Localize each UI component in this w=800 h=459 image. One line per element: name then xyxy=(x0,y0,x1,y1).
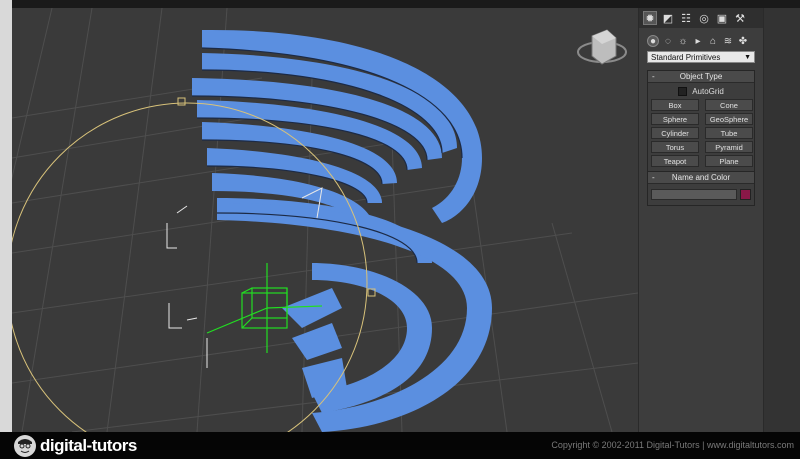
display-tab[interactable]: ▣ xyxy=(715,11,729,25)
plane-button[interactable]: Plane xyxy=(705,155,753,167)
modify-tab[interactable]: ◩ xyxy=(661,11,675,25)
viewcube[interactable] xyxy=(577,29,627,65)
autogrid-label: AutoGrid xyxy=(692,86,724,96)
tube-button[interactable]: Tube xyxy=(705,127,753,139)
lights-icon[interactable]: ☼ xyxy=(677,35,689,47)
hierarchy-tab[interactable]: ☷ xyxy=(679,11,693,25)
object-name-field[interactable] xyxy=(651,189,738,200)
object-type-header[interactable]: - Object Type xyxy=(648,71,754,83)
left-edge-strip xyxy=(0,0,12,459)
logo-face-icon xyxy=(14,434,36,457)
orbit-handle-top[interactable] xyxy=(177,97,186,106)
geosphere-button[interactable]: GeoSphere xyxy=(705,113,753,125)
spacewarps-icon[interactable]: ≋ xyxy=(722,35,734,47)
logo-text: digital-tutors xyxy=(40,435,137,455)
category-buttons: ● ◌ ☼ ▸ ⌂ ≋ ✤ xyxy=(639,32,764,50)
copyright-text: Copyright © 2002-2011 Digital-Tutors | w… xyxy=(551,440,794,450)
name-and-color-title: Name and Color xyxy=(671,173,731,182)
command-panel-tabs: ✹ ◩ ☷ ◎ ▣ ⚒ xyxy=(639,8,764,28)
cameras-icon[interactable]: ▸ xyxy=(692,35,704,47)
object-color-swatch[interactable] xyxy=(740,189,751,200)
panel-scroll-area xyxy=(763,8,800,432)
primitive-type-dropdown[interactable]: Standard Primitives ▼ xyxy=(647,51,755,63)
collapse-icon: - xyxy=(652,173,655,182)
autogrid-row[interactable]: AutoGrid xyxy=(648,85,754,97)
perspective-viewport[interactable] xyxy=(12,8,638,432)
object-type-title: Object Type xyxy=(679,72,723,81)
autogrid-checkbox[interactable] xyxy=(678,86,688,96)
torus-button[interactable]: Torus xyxy=(651,141,699,153)
footer-bar: digital-tutors Copyright © 2002-2011 Dig… xyxy=(0,432,800,459)
cone-button[interactable]: Cone xyxy=(705,99,753,111)
viewport-scene[interactable] xyxy=(12,8,638,432)
name-and-color-header[interactable]: - Name and Color xyxy=(648,172,754,184)
blue-spiral-object[interactable] xyxy=(191,29,492,432)
dropdown-value: Standard Primitives xyxy=(651,53,721,62)
motion-tab[interactable]: ◎ xyxy=(697,11,711,25)
sphere-button[interactable]: Sphere xyxy=(651,113,699,125)
geometry-icon[interactable]: ● xyxy=(647,35,659,47)
teapot-button[interactable]: Teapot xyxy=(651,155,699,167)
object-type-rollout: - Object Type AutoGrid Box Cone Sphere GeoS… xyxy=(647,70,755,172)
name-and-color-rollout: - Name and Color xyxy=(647,171,755,206)
chevron-down-icon: ▼ xyxy=(744,54,751,61)
cylinder-button[interactable]: Cylinder xyxy=(651,127,699,139)
digital-tutors-logo: digital-tutors xyxy=(14,432,137,459)
primitive-buttons: Box Cone Sphere GeoSphere Cylinder Tube Torus P… xyxy=(648,97,754,171)
box-button[interactable]: Box xyxy=(651,99,699,111)
command-panel: ✹ ◩ ☷ ◎ ▣ ⚒ ● ◌ ☼ ▸ ⌂ ≋ ✤ Standard Primitives ▼ - O… xyxy=(638,8,764,432)
systems-icon[interactable]: ✤ xyxy=(737,35,749,47)
name-row xyxy=(648,184,754,205)
create-tab[interactable]: ✹ xyxy=(643,11,657,25)
utilities-tab[interactable]: ⚒ xyxy=(733,11,747,25)
helpers-icon[interactable]: ⌂ xyxy=(707,35,719,47)
shapes-icon[interactable]: ◌ xyxy=(662,35,674,47)
pyramid-button[interactable]: Pyramid xyxy=(705,141,753,153)
collapse-icon: - xyxy=(652,72,655,81)
